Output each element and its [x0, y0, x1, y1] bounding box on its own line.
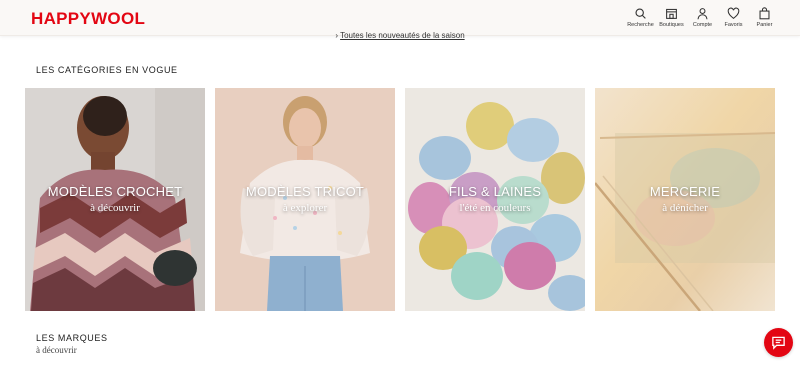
category-title: MERCERIE — [649, 184, 721, 199]
nav-search[interactable]: Recherche — [625, 7, 656, 28]
category-subtitle: à découvrir — [90, 202, 140, 214]
category-card-tricot[interactable]: MODÈLES TRICOT à explorer — [215, 88, 395, 311]
category-subtitle: à explorer — [282, 202, 328, 214]
category-subtitle: l'été en couleurs — [459, 202, 531, 214]
user-icon — [697, 8, 708, 20]
nav-stores-label: Boutiques — [659, 22, 684, 28]
chat-button[interactable] — [764, 328, 793, 357]
nav-account-label: Compte — [692, 22, 713, 28]
search-icon — [635, 8, 646, 19]
categories-heading: LES CATÉGORIES EN VOGUE — [36, 65, 178, 75]
heart-icon — [727, 7, 740, 20]
category-card-crochet[interactable]: MODÈLES CROCHET à découvrir — [25, 88, 205, 311]
brands-heading: LES MARQUES — [36, 333, 108, 343]
mercerie-overlay: MERCERIE à dénicher — [595, 184, 775, 214]
category-card-mercerie[interactable]: MERCERIE à dénicher — [595, 88, 775, 311]
yarns-overlay: FILS & LAINES l'été en couleurs — [405, 184, 585, 214]
brands-subtitle[interactable]: à découvrir — [36, 345, 77, 355]
category-subtitle: à dénicher — [662, 202, 708, 214]
category-title: MODÈLES CROCHET — [47, 184, 183, 199]
category-cards: MODÈLES CROCHET à découvrir MODÈLES TRIC… — [25, 88, 775, 311]
tricot-overlay: MODÈLES TRICOT à explorer — [215, 184, 395, 214]
store-icon — [666, 8, 677, 19]
brand-logo[interactable]: HAPPYWOOL — [31, 9, 145, 29]
bag-icon — [759, 7, 770, 20]
nav-stores[interactable]: Boutiques — [656, 7, 687, 28]
nav-favorites[interactable]: Favoris — [718, 7, 749, 28]
nav-cart[interactable]: Panier — [749, 7, 780, 28]
nav-search-label: Recherche — [627, 22, 654, 28]
nav-favorites-label: Favoris — [724, 22, 743, 28]
nav-account[interactable]: Compte — [687, 7, 718, 28]
promo-bar: › Toutes les nouveautés de la saison — [0, 31, 800, 40]
category-title: FILS & LAINES — [448, 184, 542, 199]
header-nav: Recherche Boutiques Compte Favoris Panie… — [625, 7, 780, 28]
crochet-overlay: MODÈLES CROCHET à découvrir — [25, 184, 205, 214]
nav-cart-label: Panier — [756, 22, 773, 28]
category-title: MODÈLES TRICOT — [245, 184, 365, 199]
promo-link[interactable]: Toutes les nouveautés de la saison — [340, 31, 465, 40]
chat-icon — [772, 336, 785, 350]
category-card-yarns[interactable]: FILS & LAINES l'été en couleurs — [405, 88, 585, 311]
